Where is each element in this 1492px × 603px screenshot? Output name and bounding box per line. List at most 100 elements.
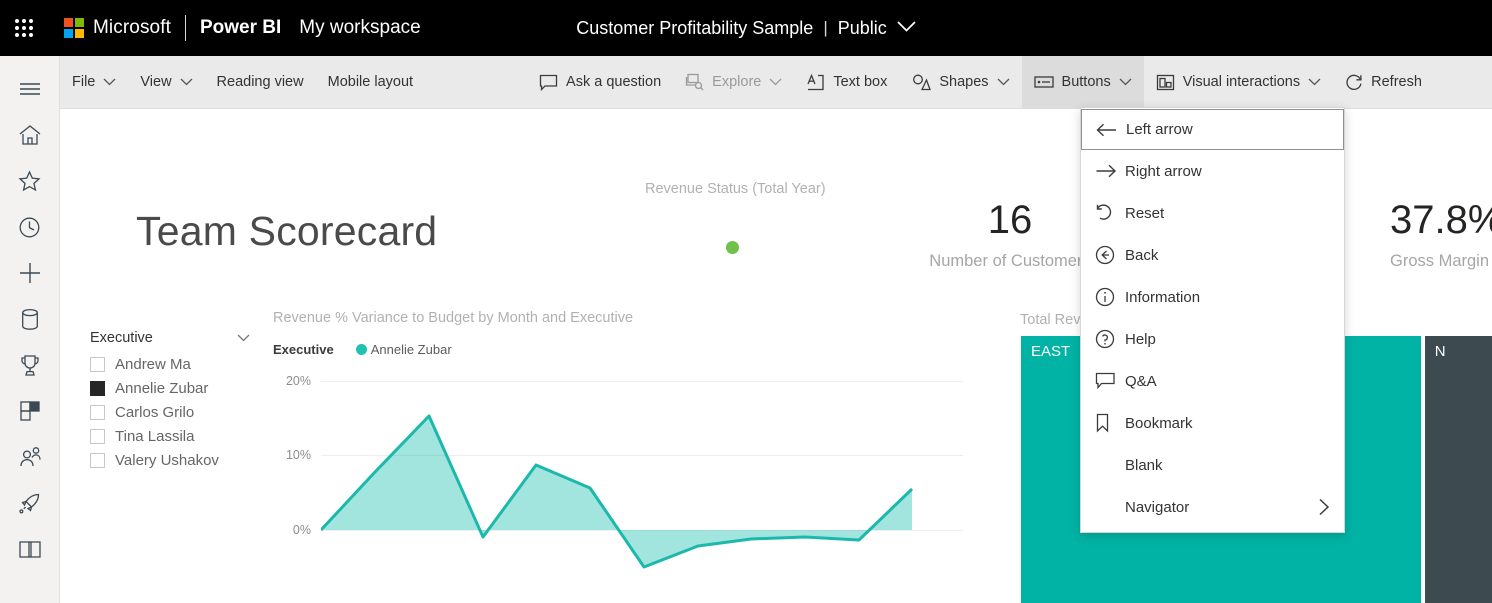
legend-title: Executive [273, 342, 334, 357]
title-separator: | [823, 18, 828, 37]
chevron-right-icon [1318, 498, 1330, 516]
toolbar-file[interactable]: File [60, 56, 128, 109]
plus-icon[interactable] [0, 250, 60, 296]
chart-title: Revenue % Variance to Budget by Month an… [273, 310, 634, 326]
toolbar-visual-interactions[interactable]: Visual interactions [1144, 56, 1333, 109]
checkbox-icon[interactable] [90, 428, 105, 444]
menu-item-help[interactable]: Help [1081, 318, 1344, 360]
book-icon[interactable] [0, 526, 60, 572]
shapes-icon [911, 74, 932, 91]
menu-item-label: Left arrow [1126, 121, 1193, 138]
reset-icon [1095, 204, 1125, 222]
power-bi-report-page: Microsoft Power BI My workspace Customer… [0, 0, 1492, 603]
toolbar-view-label: View [140, 74, 172, 90]
microsoft-label: Microsoft [93, 17, 171, 38]
slicer-option[interactable]: Carlos Grilo [90, 400, 250, 424]
toolbar-refresh[interactable]: Refresh [1333, 56, 1434, 109]
checkbox-icon[interactable] [90, 404, 105, 420]
menu-item-label: Q&A [1125, 372, 1157, 390]
toolbar-mobile-layout[interactable]: Mobile layout [316, 56, 425, 109]
toolbar-shapes[interactable]: Shapes [899, 56, 1021, 109]
toolbar-buttons[interactable]: Buttons [1021, 55, 1144, 109]
slicer-option[interactable]: Tina Lassila [90, 424, 250, 448]
checkbox-icon[interactable] [90, 380, 105, 396]
toolbar-ask-a-question[interactable]: Ask a question [527, 56, 673, 109]
checkbox-icon[interactable] [90, 356, 105, 372]
power-bi-label[interactable]: Power BI [200, 17, 281, 39]
menu-item-left-arrow[interactable]: Left arrow [1081, 109, 1344, 150]
clock-icon[interactable] [0, 204, 60, 250]
menu-item-right-arrow[interactable]: Right arrow [1081, 150, 1344, 192]
chat-bubble-icon [539, 74, 558, 91]
area-series-annelie-zubar [321, 414, 914, 569]
hamburger-icon[interactable] [0, 66, 60, 112]
menu-item-back[interactable]: Back [1081, 234, 1344, 276]
menu-item-navigator[interactable]: Navigator [1081, 486, 1344, 528]
toolbar-text-box[interactable]: Text box [794, 56, 899, 109]
left-navigation-rail [0, 56, 60, 603]
slicer-field-label: Executive [90, 330, 153, 346]
slicer-header[interactable]: Executive [90, 330, 250, 352]
chevron-down-icon [180, 78, 193, 86]
trophy-icon[interactable] [0, 342, 60, 388]
app-launcher-icon[interactable] [0, 0, 48, 56]
menu-item-qna[interactable]: Q&A [1081, 360, 1344, 402]
home-icon[interactable] [0, 112, 60, 158]
menu-item-blank[interactable]: Blank [1081, 444, 1344, 486]
report-title: Customer Profitability Sample [576, 17, 814, 38]
kpi-caption: Gross Margin [1390, 252, 1490, 270]
star-icon[interactable] [0, 158, 60, 204]
workspace-label[interactable]: My workspace [299, 17, 420, 39]
kpi-number-of-customers[interactable]: 16 Number of Customers [915, 200, 1105, 271]
slicer-option-label: Annelie Zubar [115, 379, 209, 397]
chevron-down-icon [769, 78, 782, 86]
refresh-icon [1345, 73, 1363, 91]
visual-interactions-icon [1156, 74, 1175, 91]
checkbox-icon[interactable] [90, 452, 105, 468]
menu-item-information[interactable]: Information [1081, 276, 1344, 318]
microsoft-logo[interactable]: Microsoft [64, 17, 171, 39]
treemap-tile-label: N [1434, 343, 1446, 360]
report-toolbar: File View Reading view Mobile layout Ask… [60, 55, 1492, 109]
help-circle-icon [1095, 329, 1125, 349]
menu-item-reset[interactable]: Reset [1081, 192, 1344, 234]
menu-item-label: Information [1125, 288, 1201, 306]
executive-slicer: Executive Andrew Ma Annelie Zubar Carlos… [90, 330, 250, 472]
rocket-icon[interactable] [0, 480, 60, 526]
kpi-gross-margin[interactable]: 37.8% Gross Margin [1390, 200, 1492, 271]
treemap-tile-north[interactable]: N [1424, 336, 1492, 603]
database-icon[interactable] [0, 296, 60, 342]
toolbar-reading-view[interactable]: Reading view [205, 56, 316, 109]
chart-legend: Executive Annelie Zubar [273, 342, 973, 357]
toolbar-explore[interactable]: Explore [673, 56, 794, 109]
report-visibility-label[interactable]: Public [838, 18, 887, 39]
slicer-option[interactable]: Andrew Ma [90, 352, 250, 376]
chevron-down-icon[interactable] [897, 19, 916, 37]
chevron-down-icon [1119, 78, 1132, 86]
back-circle-icon [1095, 245, 1125, 265]
menu-item-bookmark[interactable]: Bookmark [1081, 402, 1344, 444]
header-divider [184, 15, 186, 41]
left-arrow-icon [1096, 123, 1126, 137]
toolbar-visual-interactions-label: Visual interactions [1182, 74, 1301, 90]
y-axis-tick: 10% [285, 448, 311, 462]
info-circle-icon [1095, 287, 1125, 307]
menu-item-label: Help [1125, 330, 1156, 348]
buttons-dropdown-menu: Left arrow Right arrow Reset Back Inform [1080, 107, 1345, 533]
explore-icon [685, 73, 704, 91]
text-box-icon [806, 73, 825, 91]
people-icon[interactable] [0, 434, 60, 480]
toolbar-ask-a-question-label: Ask a question [566, 74, 662, 90]
slicer-option[interactable]: Annelie Zubar [90, 376, 250, 400]
slicer-option-label: Andrew Ma [115, 355, 191, 373]
gauge-title: Revenue Status (Total Year) [645, 181, 826, 197]
slicer-option[interactable]: Valery Ushakov [90, 448, 250, 472]
revenue-variance-area-chart[interactable]: Revenue % Variance to Budget by Month an… [273, 310, 973, 600]
toolbar-shapes-label: Shapes [939, 74, 989, 90]
chevron-down-icon[interactable] [237, 330, 250, 346]
apps-grid-icon[interactable] [0, 388, 60, 434]
toolbar-reading-view-label: Reading view [216, 74, 304, 90]
slicer-option-label: Carlos Grilo [115, 403, 195, 421]
toolbar-view[interactable]: View [128, 56, 204, 109]
kpi-caption: Number of Customers [929, 252, 1091, 270]
